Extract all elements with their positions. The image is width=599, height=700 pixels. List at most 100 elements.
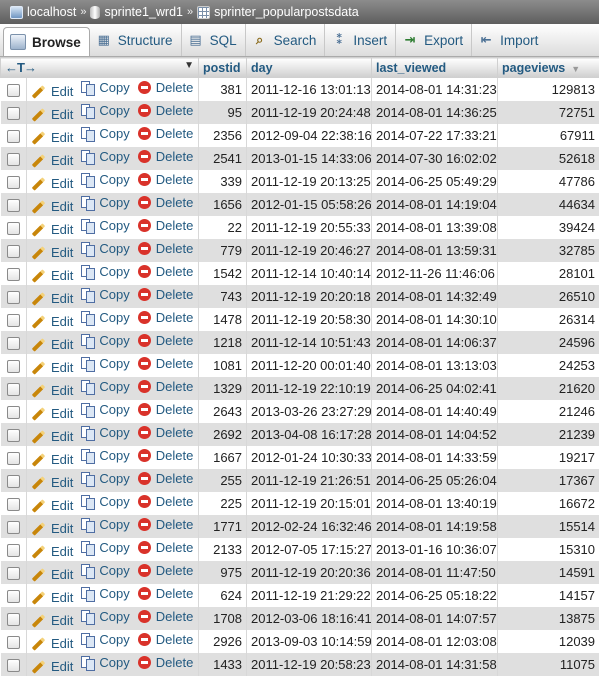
- cell-day[interactable]: 2011-12-19 20:20:18: [246, 285, 373, 308]
- cell-day[interactable]: 2011-12-19 20:20:36: [246, 561, 373, 584]
- cell-pageviews[interactable]: 19217: [497, 446, 599, 469]
- row-checkbox[interactable]: [6, 130, 20, 144]
- database-label[interactable]: sprinte1_wrd1: [104, 5, 183, 19]
- cell-last-viewed[interactable]: 2014-08-01 14:33:59: [371, 446, 499, 469]
- row-checkbox[interactable]: [6, 314, 20, 328]
- row-checkbox[interactable]: [6, 429, 20, 443]
- copy-action[interactable]: Copy: [81, 563, 130, 579]
- copy-action[interactable]: Copy: [81, 241, 130, 257]
- copy-action[interactable]: Copy: [81, 425, 130, 441]
- row-checkbox-cell[interactable]: [0, 400, 27, 423]
- cell-pageviews[interactable]: 28101: [497, 262, 599, 285]
- cell-last-viewed[interactable]: 2014-06-25 05:26:04: [371, 469, 499, 492]
- cell-day[interactable]: 2011-12-19 20:15:01: [246, 492, 373, 515]
- row-checkbox[interactable]: [6, 268, 20, 282]
- edit-action[interactable]: Edit: [31, 268, 73, 283]
- edit-action[interactable]: Edit: [31, 199, 73, 214]
- cell-last-viewed[interactable]: 2014-08-01 14:31:23: [371, 77, 499, 101]
- cell-postid[interactable]: 1218: [198, 331, 248, 354]
- edit-action[interactable]: Edit: [31, 452, 73, 467]
- copy-action[interactable]: Copy: [81, 494, 130, 510]
- cell-pageviews[interactable]: 129813: [497, 77, 599, 101]
- cell-pageviews[interactable]: 17367: [497, 469, 599, 492]
- copy-action[interactable]: Copy: [81, 264, 130, 280]
- row-checkbox[interactable]: [6, 613, 20, 627]
- breadcrumb-server[interactable]: localhost: [10, 5, 76, 19]
- column-header-pageviews[interactable]: pageviews ▼: [497, 57, 599, 78]
- copy-action[interactable]: Copy: [81, 586, 130, 602]
- cell-postid[interactable]: 975: [198, 561, 248, 584]
- row-checkbox[interactable]: [6, 383, 20, 397]
- edit-action[interactable]: Edit: [31, 360, 73, 375]
- cell-pageviews[interactable]: 11075: [497, 653, 599, 676]
- resize-arrows-icon[interactable]: ←T→: [5, 60, 37, 75]
- cell-day[interactable]: 2011-12-19 20:24:48: [246, 101, 373, 124]
- row-checkbox[interactable]: [6, 222, 20, 236]
- edit-action[interactable]: Edit: [31, 176, 73, 191]
- row-checkbox-cell[interactable]: [0, 193, 27, 216]
- row-checkbox-cell[interactable]: [0, 423, 27, 446]
- cell-last-viewed[interactable]: 2014-08-01 14:07:57: [371, 607, 499, 630]
- cell-day[interactable]: 2012-02-24 16:32:46: [246, 515, 373, 538]
- row-checkbox[interactable]: [6, 406, 20, 420]
- delete-action[interactable]: Delete: [137, 471, 193, 486]
- row-checkbox[interactable]: [6, 245, 20, 259]
- row-checkbox[interactable]: [6, 360, 20, 374]
- cell-pageviews[interactable]: 14157: [497, 584, 599, 607]
- delete-action[interactable]: Delete: [137, 287, 193, 302]
- cell-day[interactable]: 2013-03-26 23:27:29: [246, 400, 373, 423]
- row-options-header[interactable]: ←T→ ▼: [0, 57, 200, 78]
- cell-last-viewed[interactable]: 2014-08-01 14:06:37: [371, 331, 499, 354]
- edit-action[interactable]: Edit: [31, 429, 73, 444]
- delete-action[interactable]: Delete: [137, 563, 193, 578]
- copy-action[interactable]: Copy: [81, 448, 130, 464]
- edit-action[interactable]: Edit: [31, 498, 73, 513]
- cell-pageviews[interactable]: 15514: [497, 515, 599, 538]
- cell-pageviews[interactable]: 24253: [497, 354, 599, 377]
- edit-action[interactable]: Edit: [31, 222, 73, 237]
- cell-postid[interactable]: 2692: [198, 423, 248, 446]
- row-checkbox[interactable]: [6, 590, 20, 604]
- tab-export[interactable]: ⇥ Export: [396, 24, 473, 56]
- cell-postid[interactable]: 2133: [198, 538, 248, 561]
- row-checkbox[interactable]: [6, 521, 20, 535]
- edit-action[interactable]: Edit: [31, 406, 73, 421]
- cell-postid[interactable]: 1771: [198, 515, 248, 538]
- cell-last-viewed[interactable]: 2014-08-01 14:32:49: [371, 285, 499, 308]
- edit-action[interactable]: Edit: [31, 107, 73, 122]
- cell-last-viewed[interactable]: 2014-06-25 05:18:22: [371, 584, 499, 607]
- cell-day[interactable]: 2013-04-08 16:17:28: [246, 423, 373, 446]
- delete-action[interactable]: Delete: [137, 264, 193, 279]
- delete-action[interactable]: Delete: [137, 540, 193, 555]
- cell-postid[interactable]: 1667: [198, 446, 248, 469]
- cell-pageviews[interactable]: 26314: [497, 308, 599, 331]
- copy-action[interactable]: Copy: [81, 356, 130, 372]
- copy-action[interactable]: Copy: [81, 310, 130, 326]
- cell-last-viewed[interactable]: 2014-08-01 14:04:52: [371, 423, 499, 446]
- row-checkbox-cell[interactable]: [0, 239, 27, 262]
- cell-pageviews[interactable]: 24596: [497, 331, 599, 354]
- row-checkbox-cell[interactable]: [0, 377, 27, 400]
- row-checkbox-cell[interactable]: [0, 170, 27, 193]
- cell-postid[interactable]: 95: [198, 101, 248, 124]
- cell-postid[interactable]: 1081: [198, 354, 248, 377]
- column-header-day[interactable]: day: [246, 57, 373, 78]
- row-checkbox-cell[interactable]: [0, 584, 27, 607]
- edit-action[interactable]: Edit: [31, 314, 73, 329]
- row-checkbox[interactable]: [6, 176, 20, 190]
- copy-action[interactable]: Copy: [81, 402, 130, 418]
- edit-action[interactable]: Edit: [31, 521, 73, 536]
- copy-action[interactable]: Copy: [81, 80, 130, 96]
- cell-pageviews[interactable]: 21239: [497, 423, 599, 446]
- cell-day[interactable]: 2011-12-19 21:26:51: [246, 469, 373, 492]
- edit-action[interactable]: Edit: [31, 613, 73, 628]
- cell-day[interactable]: 2011-12-19 20:55:33: [246, 216, 373, 239]
- tab-sql[interactable]: ▤ SQL: [182, 24, 246, 56]
- copy-action[interactable]: Copy: [81, 103, 130, 119]
- cell-day[interactable]: 2011-12-16 13:01:13: [246, 77, 373, 101]
- edit-action[interactable]: Edit: [31, 636, 73, 651]
- delete-action[interactable]: Delete: [137, 333, 193, 348]
- cell-last-viewed[interactable]: 2014-07-22 17:33:21: [371, 124, 499, 147]
- cell-last-viewed[interactable]: 2014-08-01 14:30:10: [371, 308, 499, 331]
- cell-pageviews[interactable]: 52618: [497, 147, 599, 170]
